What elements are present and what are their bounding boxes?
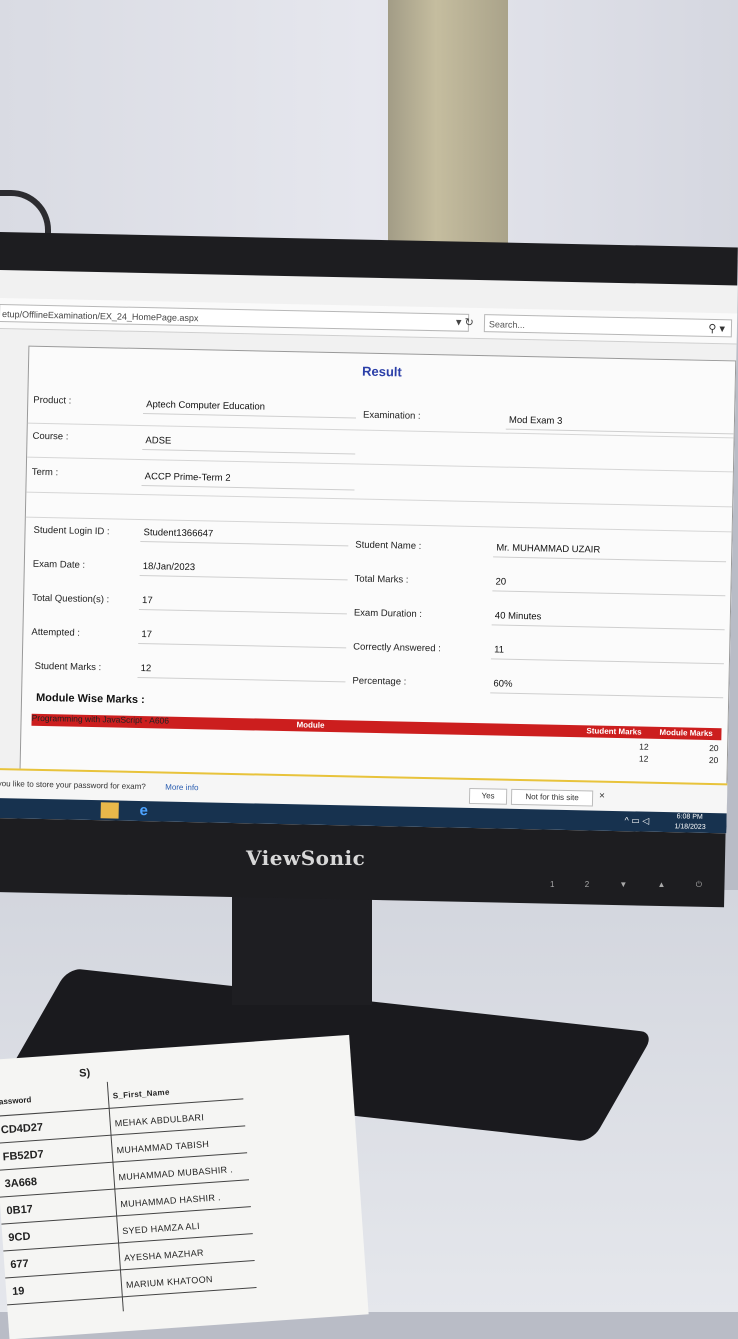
total-student-marks: 12 bbox=[638, 753, 649, 764]
module-row-student-marks: 12 bbox=[639, 741, 649, 752]
row-password: 0B17 bbox=[6, 1203, 34, 1218]
page-title: Result bbox=[361, 363, 402, 380]
attempted-value: 17 bbox=[138, 626, 347, 649]
search-placeholder: Search... bbox=[488, 319, 526, 331]
row-name: MEHAK ABDULBARI bbox=[114, 1112, 205, 1129]
total-marks-label: Total Marks : bbox=[354, 573, 409, 586]
divider bbox=[27, 456, 733, 473]
name-header: S_First_Name bbox=[112, 1087, 170, 1101]
monitor-stand bbox=[232, 885, 372, 1005]
row-password: FB52D7 bbox=[2, 1148, 45, 1164]
result-panel: Result Product : Aptech Computer Educati… bbox=[18, 345, 737, 823]
wall-pillar bbox=[388, 0, 508, 250]
row-password: 3A668 bbox=[4, 1176, 38, 1191]
exam-date-label: Exam Date : bbox=[32, 558, 86, 571]
address-bar[interactable]: etup/OfflineExamination/EX_24_HomePage.a… bbox=[0, 303, 470, 332]
close-icon[interactable]: × bbox=[599, 791, 605, 802]
exam-duration-value: 40 Minutes bbox=[491, 608, 725, 631]
not-for-this-site-button[interactable]: Not for this site bbox=[510, 788, 594, 807]
search-input[interactable]: Search... ⚲ ▾ bbox=[483, 314, 733, 338]
course-label: Course : bbox=[32, 430, 69, 443]
paper-header: S) bbox=[78, 1067, 91, 1080]
password-prompt: ld you like to store your password for e… bbox=[0, 778, 146, 792]
student-marks-label: Student Marks : bbox=[34, 660, 102, 674]
row-name: MUHAMMAD HASHIR . bbox=[120, 1192, 222, 1210]
browser-toolbar: etup/OfflineExamination/EX_24_HomePage.a… bbox=[0, 297, 738, 345]
internet-explorer-icon[interactable]: e bbox=[135, 802, 153, 819]
refresh-icon[interactable]: ▾ ↻ bbox=[456, 316, 474, 329]
file-explorer-icon[interactable] bbox=[100, 802, 119, 819]
monitor-button-1[interactable]: 1 bbox=[550, 880, 554, 889]
module-marks-col-header: Module Marks bbox=[659, 727, 713, 739]
divider bbox=[25, 516, 732, 533]
monitor-screen: etup/OfflineExamination/EX_24_HomePage.a… bbox=[0, 270, 738, 834]
row-password: 677 bbox=[9, 1257, 30, 1272]
student-name-label: Student Name : bbox=[355, 539, 422, 552]
exam-duration-label: Exam Duration : bbox=[353, 607, 423, 620]
monitor-brand-logo: ViewSonic bbox=[246, 846, 366, 870]
row-name: MARIUM KHATOON bbox=[125, 1274, 214, 1291]
office-wall bbox=[0, 0, 738, 260]
monitor-buttons: 1 2 ▼ ▲ ⏻ bbox=[550, 880, 730, 890]
paper-sheet: S) assword S_First_Name CD4D27 MEHAK ABDU… bbox=[0, 1034, 369, 1339]
exam-date-value: 18/Jan/2023 bbox=[139, 558, 348, 581]
more-info-link[interactable]: More info bbox=[165, 783, 199, 793]
percentage-label: Percentage : bbox=[352, 675, 407, 688]
row-name: AYESHA MAZHAR bbox=[123, 1247, 205, 1264]
product-label: Product : bbox=[33, 394, 72, 407]
monitor-button-down[interactable]: ▼ bbox=[619, 880, 627, 889]
login-id-label: Student Login ID : bbox=[33, 524, 110, 538]
module-wise-heading: Module Wise Marks : bbox=[35, 691, 145, 707]
examination-label: Examination : bbox=[362, 409, 421, 422]
total-module-marks: 20 bbox=[708, 754, 719, 766]
login-id-value: Student1366647 bbox=[140, 525, 349, 547]
term-value: ACCP Prime-Term 2 bbox=[141, 469, 355, 491]
course-value: ADSE bbox=[142, 433, 356, 455]
clock-date[interactable]: 1/18/2023 bbox=[674, 823, 705, 831]
student-name-value: Mr. MUHAMMAD UZAIR bbox=[493, 540, 727, 563]
row-name: SYED HAMZA ALI bbox=[121, 1220, 201, 1237]
term-label: Term : bbox=[31, 466, 59, 479]
row-password: 9CD bbox=[8, 1230, 31, 1245]
student-marks-col-header: Student Marks bbox=[586, 726, 642, 737]
student-marks-value: 12 bbox=[137, 660, 346, 683]
monitor-button-up[interactable]: ▲ bbox=[658, 880, 666, 889]
tray-icons[interactable]: ^ ▭ ◁ bbox=[624, 815, 650, 827]
total-questions-value: 17 bbox=[138, 592, 348, 615]
row-password: CD4D27 bbox=[0, 1121, 44, 1137]
monitor-button-2[interactable]: 2 bbox=[585, 880, 589, 889]
total-questions-label: Total Question(s) : bbox=[32, 592, 110, 606]
row-password: 19 bbox=[11, 1285, 25, 1298]
password-header: assword bbox=[0, 1095, 32, 1107]
search-icon[interactable]: ⚲ ▾ bbox=[708, 320, 725, 338]
row-name: MUHAMMAD MUBASHIR . bbox=[118, 1164, 234, 1183]
row-name: MUHAMMAD TABISH bbox=[116, 1138, 210, 1156]
percentage-value: 60% bbox=[490, 676, 724, 699]
module-col-header: Module bbox=[296, 720, 325, 730]
total-marks-value: 20 bbox=[492, 574, 726, 597]
credentials-table: assword S_First_Name CD4D27 MEHAK ABDULBA… bbox=[0, 1072, 257, 1312]
monitor-power-button[interactable]: ⏻ bbox=[696, 880, 702, 889]
correctly-answered-label: Correctly Answered : bbox=[353, 641, 441, 655]
product-value: Aptech Computer Education bbox=[143, 397, 357, 419]
attempted-label: Attempted : bbox=[31, 626, 81, 639]
correctly-answered-value: 11 bbox=[490, 642, 725, 665]
save-password-yes-button[interactable]: Yes bbox=[468, 787, 508, 805]
examination-value: Mod Exam 3 bbox=[505, 412, 735, 435]
module-row-module-marks: 20 bbox=[709, 742, 719, 754]
divider bbox=[26, 491, 733, 508]
clock-time[interactable]: 6:08 PM bbox=[677, 813, 703, 821]
